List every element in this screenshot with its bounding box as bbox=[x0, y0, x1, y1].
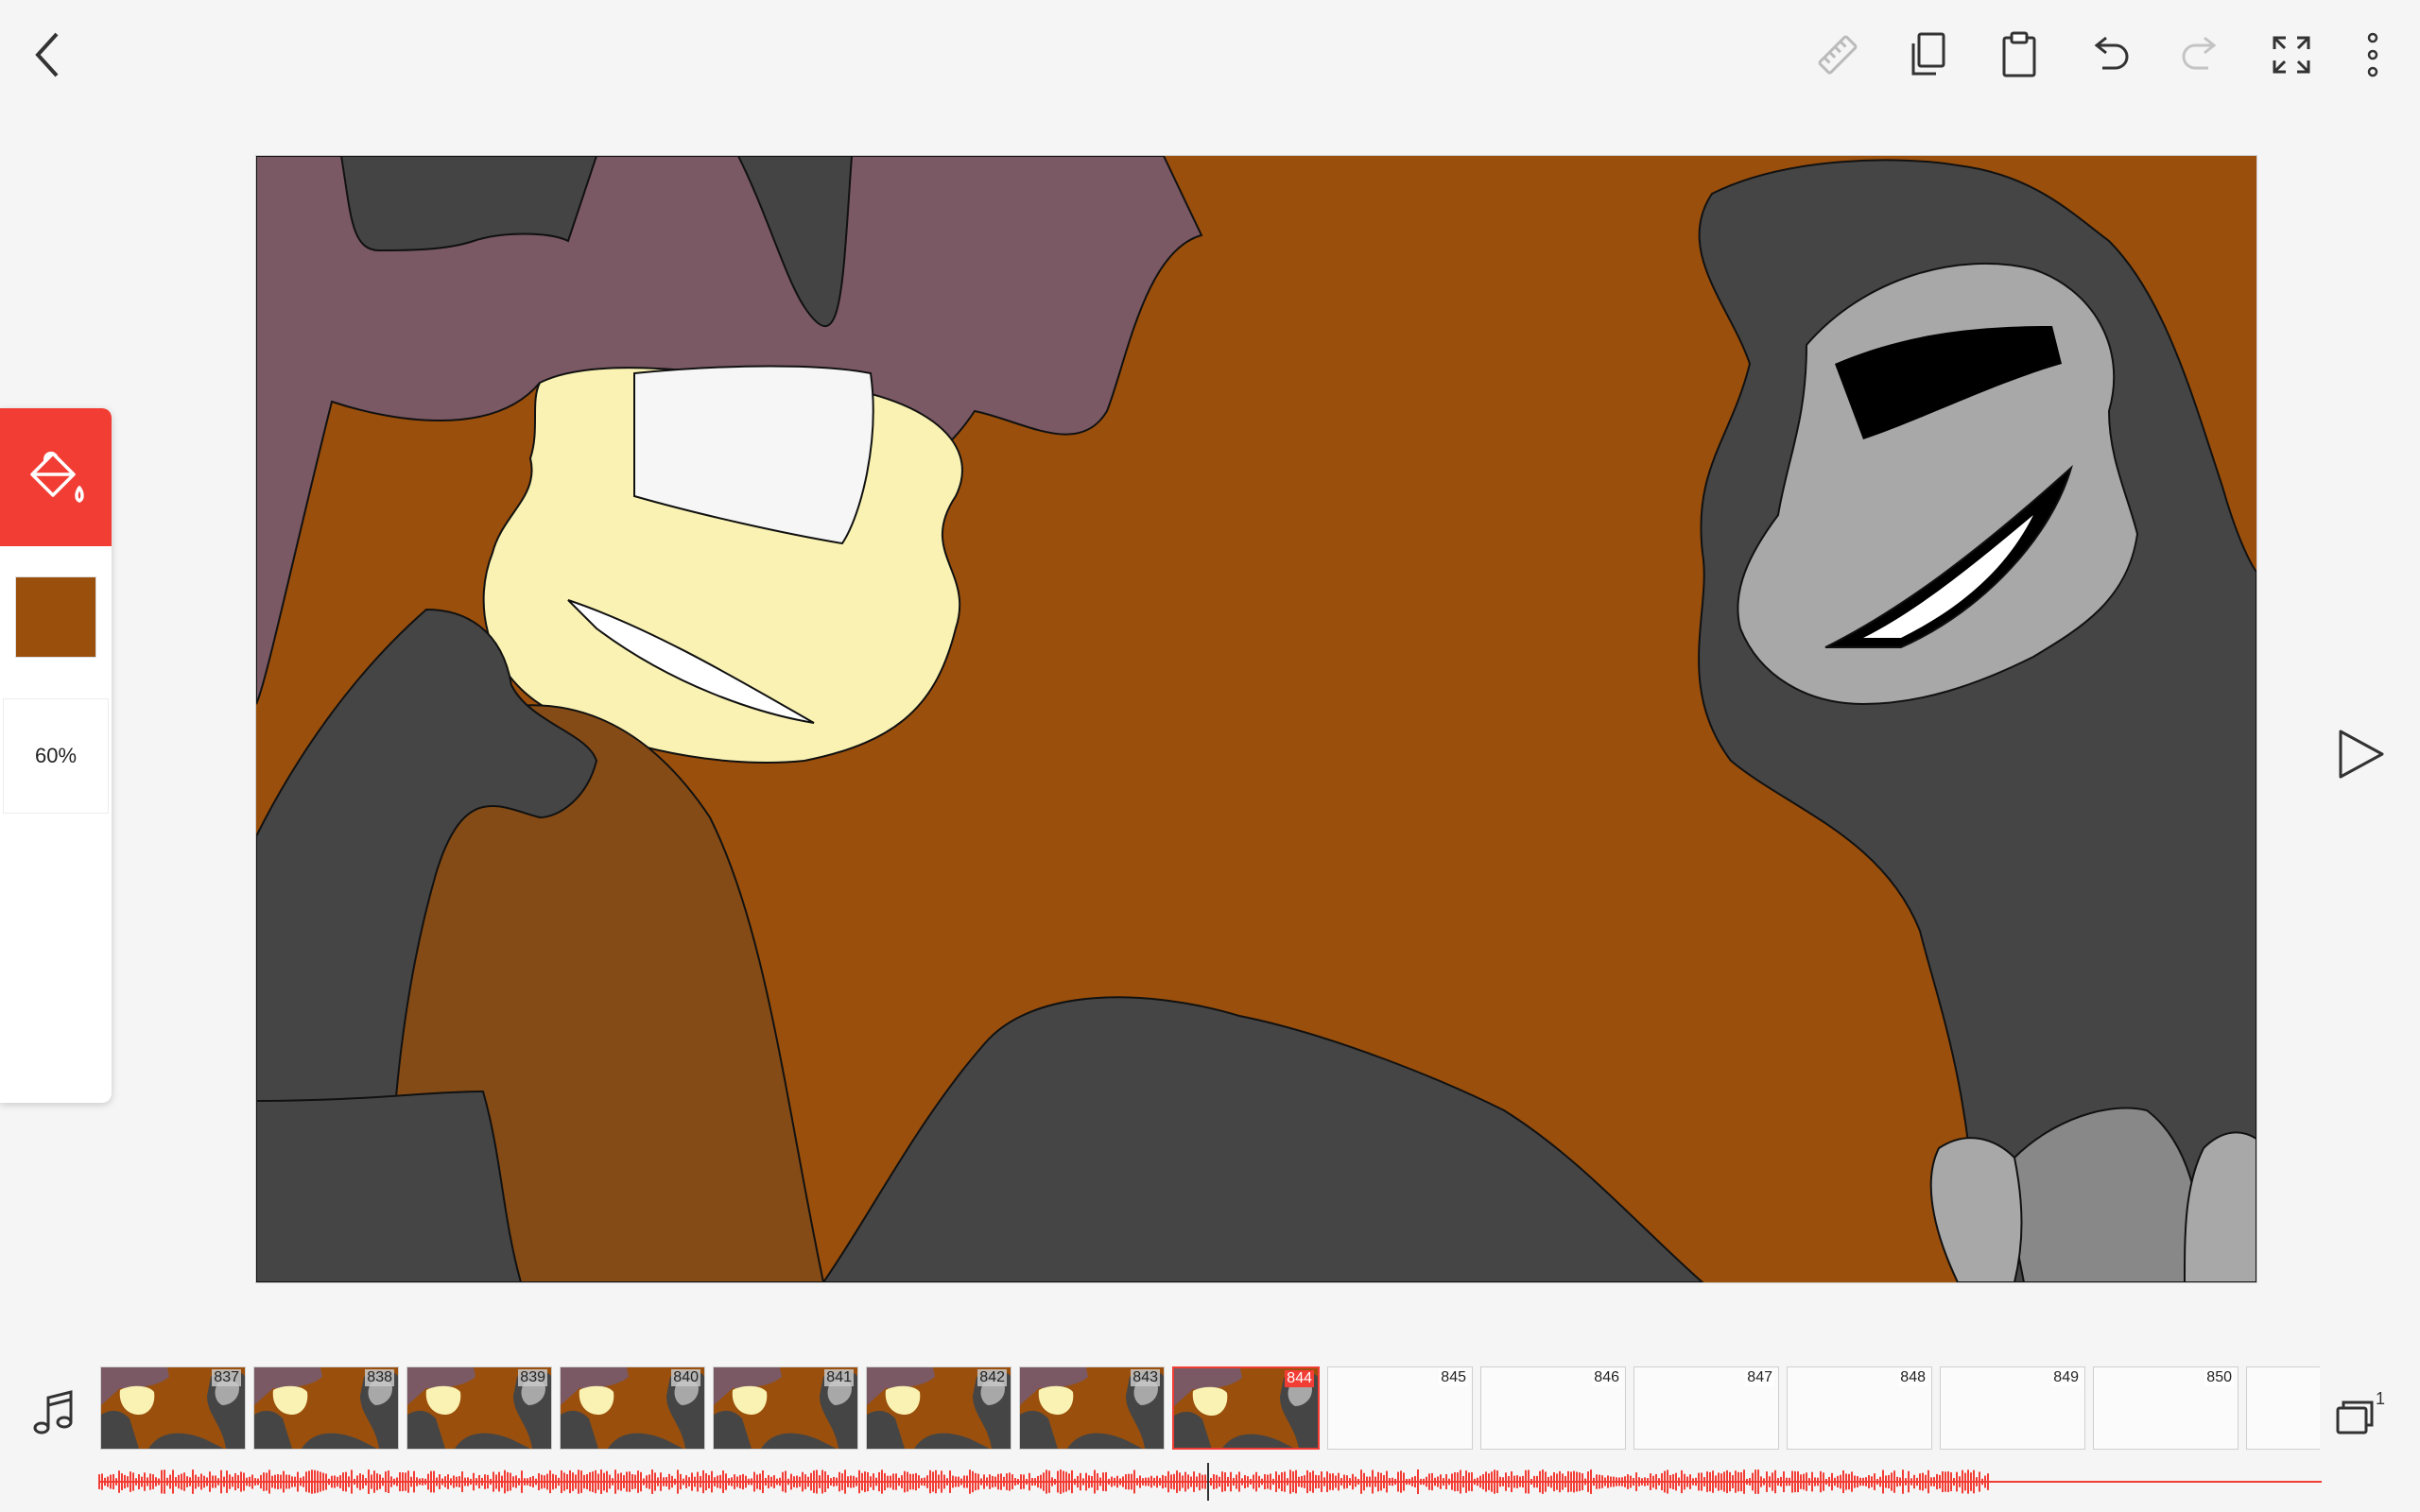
frame-thumbnail[interactable]: 842 bbox=[866, 1366, 1011, 1450]
frame-number: 841 bbox=[824, 1369, 854, 1386]
frame-number: 844 bbox=[1285, 1370, 1314, 1387]
frame-thumbnail[interactable]: 843 bbox=[1019, 1366, 1165, 1450]
frame-thumbnail[interactable]: 845 bbox=[1327, 1366, 1473, 1450]
frame-thumbnail[interactable]: 849 bbox=[1940, 1366, 2085, 1450]
frame-thumbnail[interactable]: 848 bbox=[1787, 1366, 1932, 1450]
audio-waveform[interactable] bbox=[98, 1463, 2322, 1501]
layers-icon: 1 bbox=[2336, 1389, 2385, 1435]
undo-icon bbox=[2094, 36, 2129, 70]
frame-number: 847 bbox=[1745, 1369, 1774, 1386]
back-icon bbox=[35, 32, 59, 77]
more-button[interactable] bbox=[2337, 21, 2409, 89]
paint-bucket-icon bbox=[30, 451, 84, 503]
redo-button[interactable] bbox=[2163, 21, 2238, 89]
frame-number: 837 bbox=[212, 1369, 241, 1386]
ruler-button[interactable] bbox=[1800, 21, 1876, 89]
tool-panel: 60% bbox=[0, 408, 112, 1103]
redo-icon bbox=[2182, 36, 2217, 70]
frame-thumbnail[interactable]: 840 bbox=[560, 1366, 705, 1450]
canvas-artwork bbox=[256, 156, 2256, 1282]
frame-thumbnail[interactable]: 837 bbox=[100, 1366, 246, 1450]
fullscreen-button[interactable] bbox=[2254, 21, 2329, 89]
frame-strip: 837 838 839 840 841 842 843 844 845 846 847 848 849 8… bbox=[100, 1366, 2320, 1452]
play-icon bbox=[2339, 730, 2384, 779]
paste-button[interactable] bbox=[1981, 21, 2057, 89]
frame-thumbnail-current[interactable]: 844 bbox=[1172, 1366, 1320, 1450]
frame-number: 842 bbox=[977, 1369, 1007, 1386]
layers-count: 1 bbox=[2376, 1389, 2385, 1408]
paint-bucket-tool-button[interactable] bbox=[0, 408, 112, 546]
layers-button[interactable]: 1 bbox=[2329, 1383, 2392, 1444]
back-button[interactable] bbox=[19, 17, 76, 93]
opacity-value: 60% bbox=[34, 744, 78, 767]
frame-number: 848 bbox=[1898, 1369, 1927, 1386]
frame-number: 849 bbox=[2051, 1369, 2081, 1386]
frame-number: 843 bbox=[1131, 1369, 1160, 1386]
music-button[interactable] bbox=[26, 1383, 79, 1444]
undo-button[interactable] bbox=[2072, 21, 2148, 89]
more-icon bbox=[2367, 32, 2378, 77]
frame-number: 845 bbox=[1439, 1369, 1468, 1386]
play-button[interactable] bbox=[2327, 720, 2395, 788]
frame-number: 839 bbox=[518, 1369, 547, 1386]
copy-button[interactable] bbox=[1891, 21, 1966, 89]
opacity-control[interactable]: 60% bbox=[3, 698, 109, 814]
frame-number: 846 bbox=[1592, 1369, 1621, 1386]
frame-thumbnail[interactable]: 839 bbox=[406, 1366, 552, 1450]
frame-thumbnail[interactable]: 838 bbox=[253, 1366, 399, 1450]
frame-thumbnail[interactable]: 846 bbox=[1480, 1366, 1626, 1450]
frame-number: 838 bbox=[365, 1369, 394, 1386]
ruler-icon bbox=[1818, 35, 1858, 75]
frame-number: 840 bbox=[671, 1369, 700, 1386]
drawing-canvas[interactable] bbox=[255, 155, 2257, 1283]
paste-icon bbox=[2002, 31, 2036, 77]
audio-waveform-bars bbox=[98, 1469, 1989, 1494]
frame-thumbnail[interactable]: 841 bbox=[713, 1366, 858, 1450]
music-note-icon bbox=[33, 1390, 73, 1435]
frame-thumbnail[interactable]: 850 bbox=[2093, 1366, 2238, 1450]
fullscreen-icon bbox=[2273, 36, 2310, 74]
color-swatch[interactable] bbox=[15, 576, 96, 658]
frame-number: 850 bbox=[2204, 1369, 2234, 1386]
copy-icon bbox=[1911, 32, 1945, 76]
frame-thumbnail[interactable] bbox=[2246, 1366, 2320, 1450]
frame-thumbnail[interactable]: 847 bbox=[1634, 1366, 1779, 1450]
